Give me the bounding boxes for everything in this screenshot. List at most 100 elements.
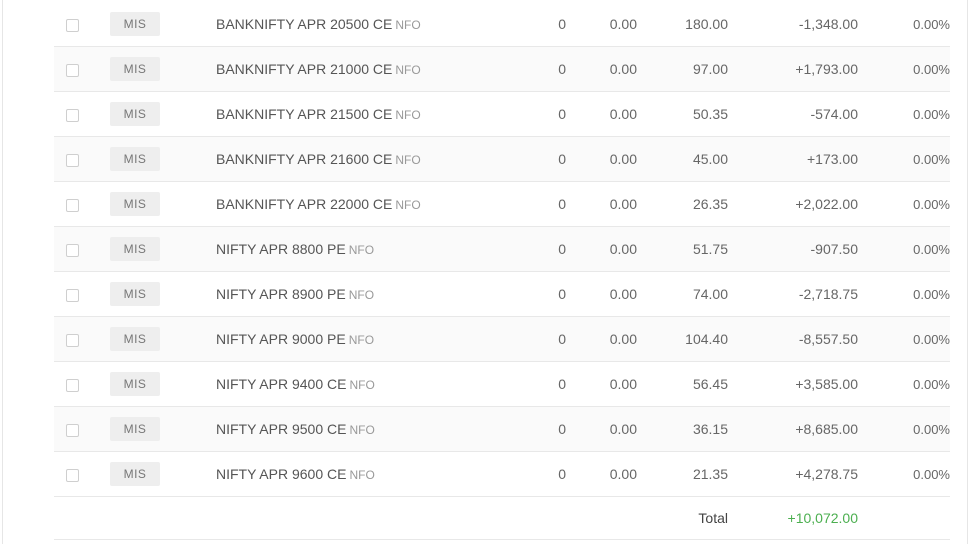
product-tag: MIS [110, 147, 160, 171]
quantity: 0 [506, 316, 566, 362]
average-price: 0.00 [566, 136, 637, 182]
row-checkbox[interactable] [66, 378, 79, 392]
instrument-name: NIFTY APR 9400 CE [216, 376, 347, 392]
instrument-name: BANKNIFTY APR 22000 CE [216, 196, 393, 212]
table-row[interactable]: MIS NIFTY APR 9000 PE NFO 0 0.00 104.40 -… [54, 316, 950, 362]
row-checkbox[interactable] [66, 333, 79, 347]
product-tag: MIS [110, 372, 160, 396]
exchange-label: NFO [395, 153, 421, 167]
table-row[interactable]: MIS NIFTY APR 9500 CE NFO 0 0.00 36.15 +8… [54, 406, 950, 452]
average-price: 0.00 [566, 91, 637, 137]
quantity: 0 [506, 136, 566, 182]
instrument-name: BANKNIFTY APR 21000 CE [216, 61, 393, 77]
product-tag: MIS [110, 417, 160, 441]
table-row[interactable]: MIS BANKNIFTY APR 21500 CE NFO 0 0.00 50.… [54, 91, 950, 137]
change-percent: 0.00% [858, 2, 950, 47]
total-row: Total +10,072.00 [54, 496, 950, 540]
row-checkbox[interactable] [66, 108, 79, 122]
last-traded-price: 50.35 [637, 91, 728, 137]
average-price: 0.00 [566, 46, 637, 92]
average-price: 0.00 [566, 406, 637, 452]
instrument-name: NIFTY APR 8900 PE [216, 286, 346, 302]
quantity: 0 [506, 271, 566, 317]
table-row[interactable]: MIS NIFTY APR 9400 CE NFO 0 0.00 56.45 +3… [54, 361, 950, 407]
last-traded-price: 180.00 [637, 2, 728, 47]
quantity: 0 [506, 406, 566, 452]
pnl-value: +3,585.00 [728, 361, 858, 407]
quantity: 0 [506, 181, 566, 227]
table-row[interactable]: MIS BANKNIFTY APR 22000 CE NFO 0 0.00 26.… [54, 181, 950, 227]
pnl-value: -907.50 [728, 226, 858, 272]
average-price: 0.00 [566, 181, 637, 227]
pnl-value: +8,685.00 [728, 406, 858, 452]
instrument-name: NIFTY APR 9500 CE [216, 421, 347, 437]
instrument-name: NIFTY APR 9000 PE [216, 331, 346, 347]
quantity: 0 [506, 91, 566, 137]
average-price: 0.00 [566, 226, 637, 272]
pnl-value: -2,718.75 [728, 271, 858, 317]
average-price: 0.00 [566, 2, 637, 47]
average-price: 0.00 [566, 451, 637, 497]
exchange-label: NFO [395, 108, 421, 122]
quantity: 0 [506, 46, 566, 92]
change-percent: 0.00% [858, 181, 950, 227]
table-row[interactable]: MIS BANKNIFTY APR 20500 CE NFO 0 0.00 180… [54, 2, 950, 47]
exchange-label: NFO [348, 243, 375, 257]
exchange-label: NFO [348, 288, 375, 302]
change-percent: 0.00% [858, 226, 950, 272]
pnl-value: -1,348.00 [728, 2, 858, 47]
product-tag: MIS [110, 57, 160, 81]
exchange-label: NFO [349, 468, 375, 482]
exchange-label: NFO [395, 198, 421, 212]
exchange-label: NFO [349, 378, 375, 392]
table-row[interactable]: MIS NIFTY APR 8800 PE NFO 0 0.00 51.75 -9… [54, 226, 950, 272]
positions-panel: MIS BANKNIFTY APR 20500 CE NFO 0 0.00 180… [2, 0, 968, 544]
row-checkbox[interactable] [66, 243, 79, 257]
average-price: 0.00 [566, 361, 637, 407]
last-traded-price: 56.45 [637, 361, 728, 407]
change-percent: 0.00% [858, 136, 950, 182]
exchange-label: NFO [395, 63, 421, 77]
row-checkbox[interactable] [66, 198, 79, 212]
row-checkbox[interactable] [66, 288, 79, 302]
product-tag: MIS [110, 327, 160, 351]
instrument-name: BANKNIFTY APR 21600 CE [216, 151, 393, 167]
instrument-name: BANKNIFTY APR 20500 CE [216, 16, 393, 32]
table-row[interactable]: MIS BANKNIFTY APR 21600 CE NFO 0 0.00 45.… [54, 136, 950, 182]
last-traded-price: 36.15 [637, 406, 728, 452]
exchange-label: NFO [395, 18, 421, 32]
row-checkbox[interactable] [66, 153, 79, 167]
pnl-value: +2,022.00 [728, 181, 858, 227]
pnl-value: +4,278.75 [728, 451, 858, 497]
total-pnl-value: +10,072.00 [728, 496, 858, 540]
last-traded-price: 74.00 [637, 271, 728, 317]
quantity: 0 [506, 2, 566, 47]
last-traded-price: 26.35 [637, 181, 728, 227]
pnl-value: -574.00 [728, 91, 858, 137]
instrument-name: NIFTY APR 9600 CE [216, 466, 347, 482]
product-tag: MIS [110, 282, 160, 306]
change-percent: 0.00% [858, 451, 950, 497]
change-percent: 0.00% [858, 316, 950, 362]
exchange-label: NFO [349, 423, 375, 437]
table-row[interactable]: MIS NIFTY APR 8900 PE NFO 0 0.00 74.00 -2… [54, 271, 950, 317]
table-row[interactable]: MIS NIFTY APR 9600 CE NFO 0 0.00 21.35 +4… [54, 451, 950, 497]
table-row[interactable]: MIS BANKNIFTY APR 21000 CE NFO 0 0.00 97.… [54, 46, 950, 92]
row-checkbox[interactable] [66, 468, 79, 482]
row-checkbox[interactable] [66, 18, 79, 32]
last-traded-price: 104.40 [637, 316, 728, 362]
last-traded-price: 45.00 [637, 136, 728, 182]
row-checkbox[interactable] [66, 423, 79, 437]
product-tag: MIS [110, 462, 160, 486]
instrument-name: BANKNIFTY APR 21500 CE [216, 106, 393, 122]
last-traded-price: 51.75 [637, 226, 728, 272]
average-price: 0.00 [566, 271, 637, 317]
product-tag: MIS [110, 237, 160, 261]
product-tag: MIS [110, 192, 160, 216]
last-traded-price: 97.00 [637, 46, 728, 92]
average-price: 0.00 [566, 316, 637, 362]
change-percent: 0.00% [858, 361, 950, 407]
exchange-label: NFO [348, 333, 375, 347]
quantity: 0 [506, 226, 566, 272]
row-checkbox[interactable] [66, 63, 79, 77]
